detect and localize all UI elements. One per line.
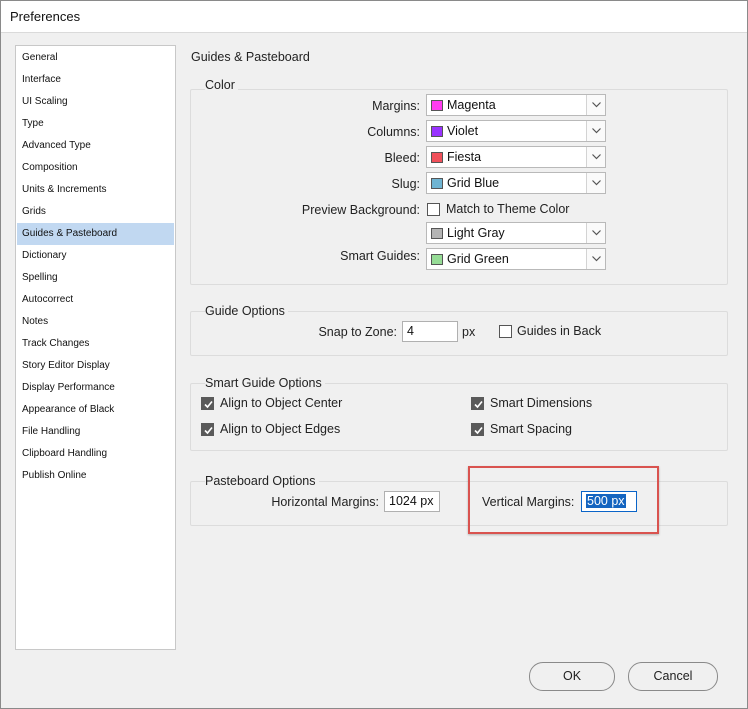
pasteboard-options-legend: Pasteboard Options (205, 474, 319, 488)
chevron-down-icon[interactable] (586, 223, 605, 243)
preview-background-value: Light Gray (447, 226, 505, 240)
align-center-checkbox[interactable] (201, 397, 214, 410)
sidebar-item-file-handling[interactable]: File Handling (17, 421, 174, 443)
sidebar-item-publish-online[interactable]: Publish Online (17, 465, 174, 487)
chevron-down-icon[interactable] (586, 95, 605, 115)
columns-color-dropdown[interactable]: Violet (426, 120, 606, 142)
color-group-legend: Color (205, 78, 238, 92)
sidebar-item-appearance-of-black[interactable]: Appearance of Black (17, 399, 174, 421)
smart-spacing-label[interactable]: Smart Spacing (490, 422, 572, 436)
columns-swatch (431, 126, 443, 137)
smart-guide-options-group (190, 383, 728, 451)
sidebar-item-display-performance[interactable]: Display Performance (17, 377, 174, 399)
match-theme-color-label[interactable]: Match to Theme Color (446, 202, 569, 216)
smart-guide-options-legend: Smart Guide Options (205, 376, 325, 390)
sidebar-item-composition[interactable]: Composition (17, 157, 174, 179)
chevron-down-icon[interactable] (586, 121, 605, 141)
sidebar-item-units-increments[interactable]: Units & Increments (17, 179, 174, 201)
guide-options-legend: Guide Options (205, 304, 288, 318)
sidebar-item-advanced-type[interactable]: Advanced Type (17, 135, 174, 157)
bleed-color-value: Fiesta (447, 150, 482, 164)
preview-background-dropdown[interactable]: Light Gray (426, 222, 606, 244)
margins-swatch (431, 100, 443, 111)
sidebar-item-ui-scaling[interactable]: UI Scaling (17, 91, 174, 113)
bleed-color-dropdown[interactable]: Fiesta (426, 146, 606, 168)
margins-color-dropdown[interactable]: Magenta (426, 94, 606, 116)
snap-to-zone-label: Snap to Zone: (318, 325, 397, 339)
sidebar-item-story-editor-display[interactable]: Story Editor Display (17, 355, 174, 377)
columns-color-value: Violet (447, 124, 479, 138)
window-title: Preferences (10, 9, 81, 24)
section-title: Guides & Pasteboard (191, 50, 310, 64)
title-bar[interactable]: Preferences (1, 1, 747, 33)
chevron-down-icon[interactable] (586, 147, 605, 167)
preferences-dialog: Preferences General Interface UI Scaling… (0, 0, 748, 709)
horizontal-margins-input[interactable]: 1024 px (384, 491, 440, 512)
columns-label: Columns: (367, 125, 420, 139)
preview-background-label: Preview Background: (301, 203, 420, 217)
margins-color-value: Magenta (447, 98, 496, 112)
slug-swatch (431, 178, 443, 189)
align-edges-label[interactable]: Align to Object Edges (220, 422, 340, 436)
sidebar-item-general[interactable]: General (17, 47, 174, 69)
bleed-label: Bleed: (384, 151, 420, 165)
sidebar-item-guides-pasteboard[interactable]: Guides & Pasteboard (17, 223, 174, 245)
smart-guides-swatch (431, 254, 443, 265)
smart-guides-label: Smart Guides: (340, 249, 420, 263)
sidebar-item-spelling[interactable]: Spelling (17, 267, 174, 289)
chevron-down-icon[interactable] (586, 173, 605, 193)
guides-in-back-label[interactable]: Guides in Back (517, 324, 601, 338)
ok-button[interactable]: OK (529, 662, 615, 691)
smart-dimensions-label[interactable]: Smart Dimensions (490, 396, 592, 410)
align-center-label[interactable]: Align to Object Center (220, 396, 342, 410)
smart-guides-color-dropdown[interactable]: Grid Green (426, 248, 606, 270)
guides-in-back-checkbox[interactable] (499, 325, 512, 338)
sidebar-item-notes[interactable]: Notes (17, 311, 174, 333)
sidebar-item-autocorrect[interactable]: Autocorrect (17, 289, 174, 311)
slug-label: Slug: (391, 177, 421, 191)
horizontal-margins-label: Horizontal Margins: (271, 495, 379, 509)
preferences-category-list[interactable]: General Interface UI Scaling Type Advanc… (15, 45, 176, 650)
align-edges-checkbox[interactable] (201, 423, 214, 436)
smart-guides-color-value: Grid Green (447, 252, 509, 266)
sidebar-item-interface[interactable]: Interface (17, 69, 174, 91)
match-theme-color-checkbox[interactable] (427, 203, 440, 216)
preview-background-swatch (431, 228, 443, 239)
annotation-highlight-box (468, 466, 659, 534)
sidebar-item-track-changes[interactable]: Track Changes (17, 333, 174, 355)
margins-label: Margins: (372, 99, 420, 113)
snap-to-zone-input[interactable]: 4 (402, 321, 458, 342)
bleed-swatch (431, 152, 443, 163)
sidebar-item-clipboard-handling[interactable]: Clipboard Handling (17, 443, 174, 465)
smart-spacing-checkbox[interactable] (471, 423, 484, 436)
cancel-button[interactable]: Cancel (628, 662, 718, 691)
sidebar-item-grids[interactable]: Grids (17, 201, 174, 223)
snap-unit-label: px (462, 325, 476, 339)
smart-dimensions-checkbox[interactable] (471, 397, 484, 410)
sidebar-item-type[interactable]: Type (17, 113, 174, 135)
slug-color-value: Grid Blue (447, 176, 500, 190)
slug-color-dropdown[interactable]: Grid Blue (426, 172, 606, 194)
chevron-down-icon[interactable] (586, 249, 605, 269)
sidebar-item-dictionary[interactable]: Dictionary (17, 245, 174, 267)
